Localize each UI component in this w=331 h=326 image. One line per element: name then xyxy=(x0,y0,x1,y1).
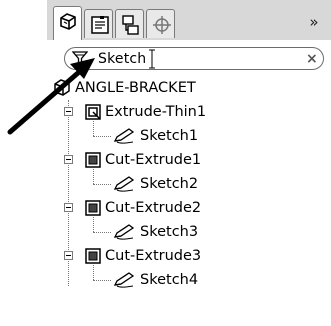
sketch-icon xyxy=(113,223,135,245)
part-icon xyxy=(54,79,70,96)
feature-tree: ANGLE-BRACKET Extrude-Thin1 Sketch1 Cut-Ex… xyxy=(47,76,331,326)
sketch-label: Sketch4 xyxy=(140,272,199,288)
tree-root-item[interactable]: ANGLE-BRACKET xyxy=(53,76,323,100)
manager-tab-strip: » xyxy=(47,0,331,40)
sketch-icon xyxy=(113,127,135,149)
feature-label: Cut-Extrude2 xyxy=(105,200,202,216)
filter-text: Sketch xyxy=(98,51,147,67)
filter-row: Sketch × xyxy=(47,40,331,76)
sketch-icon xyxy=(113,271,135,293)
feature-item-4[interactable]: Cut-Extrude3 xyxy=(47,244,327,268)
feature-item-1[interactable]: Extrude-Thin1 xyxy=(47,100,327,124)
funnel-icon[interactable] xyxy=(72,51,88,66)
feature-label: Extrude-Thin1 xyxy=(105,104,207,120)
more-tabs-button[interactable]: » xyxy=(304,12,324,32)
dimxpert-icon xyxy=(153,16,171,34)
clear-filter-button[interactable]: × xyxy=(306,50,318,68)
configuration-manager-icon xyxy=(122,15,139,35)
configuration-manager-tab[interactable] xyxy=(115,9,144,38)
feature-manager-panel: » Sketch × ANGLE-BRACKET Extrude-Thin1 S… xyxy=(47,0,331,326)
feature-label: Cut-Extrude3 xyxy=(105,248,202,264)
feature-filter-input[interactable]: Sketch × xyxy=(64,47,324,70)
property-manager-icon xyxy=(91,16,109,34)
sketch-item-1[interactable]: Sketch1 xyxy=(47,124,327,148)
property-manager-tab[interactable] xyxy=(84,9,113,38)
sketch-label: Sketch2 xyxy=(140,176,199,192)
sketch-item-4[interactable]: Sketch4 xyxy=(47,268,327,292)
feature-item-2[interactable]: Cut-Extrude1 xyxy=(47,148,327,172)
feature-item-3[interactable]: Cut-Extrude2 xyxy=(47,196,327,220)
sketch-icon xyxy=(113,175,135,197)
feature-manager-tab[interactable] xyxy=(53,6,82,40)
sketch-item-3[interactable]: Sketch3 xyxy=(47,220,327,244)
collapse-toggle[interactable] xyxy=(64,107,73,116)
collapse-toggle[interactable] xyxy=(64,203,73,212)
sketch-label: Sketch3 xyxy=(140,224,199,240)
collapse-toggle[interactable] xyxy=(64,155,73,164)
collapse-toggle[interactable] xyxy=(64,251,73,260)
feature-label: Cut-Extrude1 xyxy=(105,152,202,168)
dimxpert-manager-tab[interactable] xyxy=(146,9,175,38)
text-cursor-icon xyxy=(149,49,155,69)
tree-root-label: ANGLE-BRACKET xyxy=(75,80,196,96)
sketch-item-2[interactable]: Sketch2 xyxy=(47,172,327,196)
feature-tree-icon xyxy=(60,13,76,30)
sketch-label: Sketch1 xyxy=(140,128,199,144)
